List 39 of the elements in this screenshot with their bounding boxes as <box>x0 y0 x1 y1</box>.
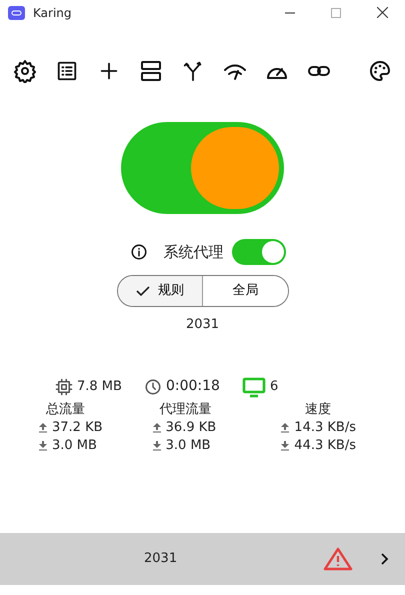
uptime: 0:00:18 <box>166 377 220 396</box>
maximize-icon <box>331 8 341 18</box>
download-value: 44.3 KB/s <box>294 436 356 454</box>
clock-icon <box>144 378 162 396</box>
mode-tab[interactable]: 规则 <box>118 276 202 306</box>
settings-icon[interactable] <box>12 58 38 84</box>
download-icon <box>38 440 48 451</box>
traffic-column-title: 代理流量 <box>160 400 212 418</box>
upload-icon <box>38 422 48 433</box>
chevron-right-icon <box>381 552 389 564</box>
server-icon[interactable] <box>138 58 164 84</box>
warning-icon <box>323 546 353 570</box>
window-title: Karing <box>33 4 72 22</box>
system-proxy-switch[interactable] <box>232 239 286 265</box>
traffic-column-title: 速度 <box>305 400 332 418</box>
status-text: 2031 <box>144 550 178 568</box>
port-number: 2031 <box>186 317 220 332</box>
memory-usage: 7.8 MB <box>77 378 122 396</box>
chip-icon <box>55 378 73 396</box>
upload-value: 37.2 KB <box>52 418 103 436</box>
close-icon <box>376 7 388 18</box>
download-icon <box>152 440 162 451</box>
status-bar[interactable]: 2031 <box>0 532 405 584</box>
mode-tab[interactable]: 全局 <box>202 276 288 306</box>
traffic-column-title: 总流量 <box>46 400 85 418</box>
check-icon <box>136 285 150 297</box>
app-logo-icon <box>8 6 25 20</box>
download-icon <box>280 440 290 451</box>
monitor-icon <box>242 374 266 398</box>
upload-icon <box>152 422 162 433</box>
info-icon <box>130 243 148 261</box>
upload-value: 36.9 KB <box>166 418 216 436</box>
upload-icon <box>280 422 290 433</box>
download-value: 3.0 MB <box>166 436 211 454</box>
palette-icon[interactable] <box>367 58 393 84</box>
system-proxy-label: 系统代理 <box>164 242 224 263</box>
connection-count: 6 <box>270 378 278 396</box>
download-value: 3.0 MB <box>52 436 97 454</box>
upload-value: 14.3 KB/s <box>294 418 356 436</box>
